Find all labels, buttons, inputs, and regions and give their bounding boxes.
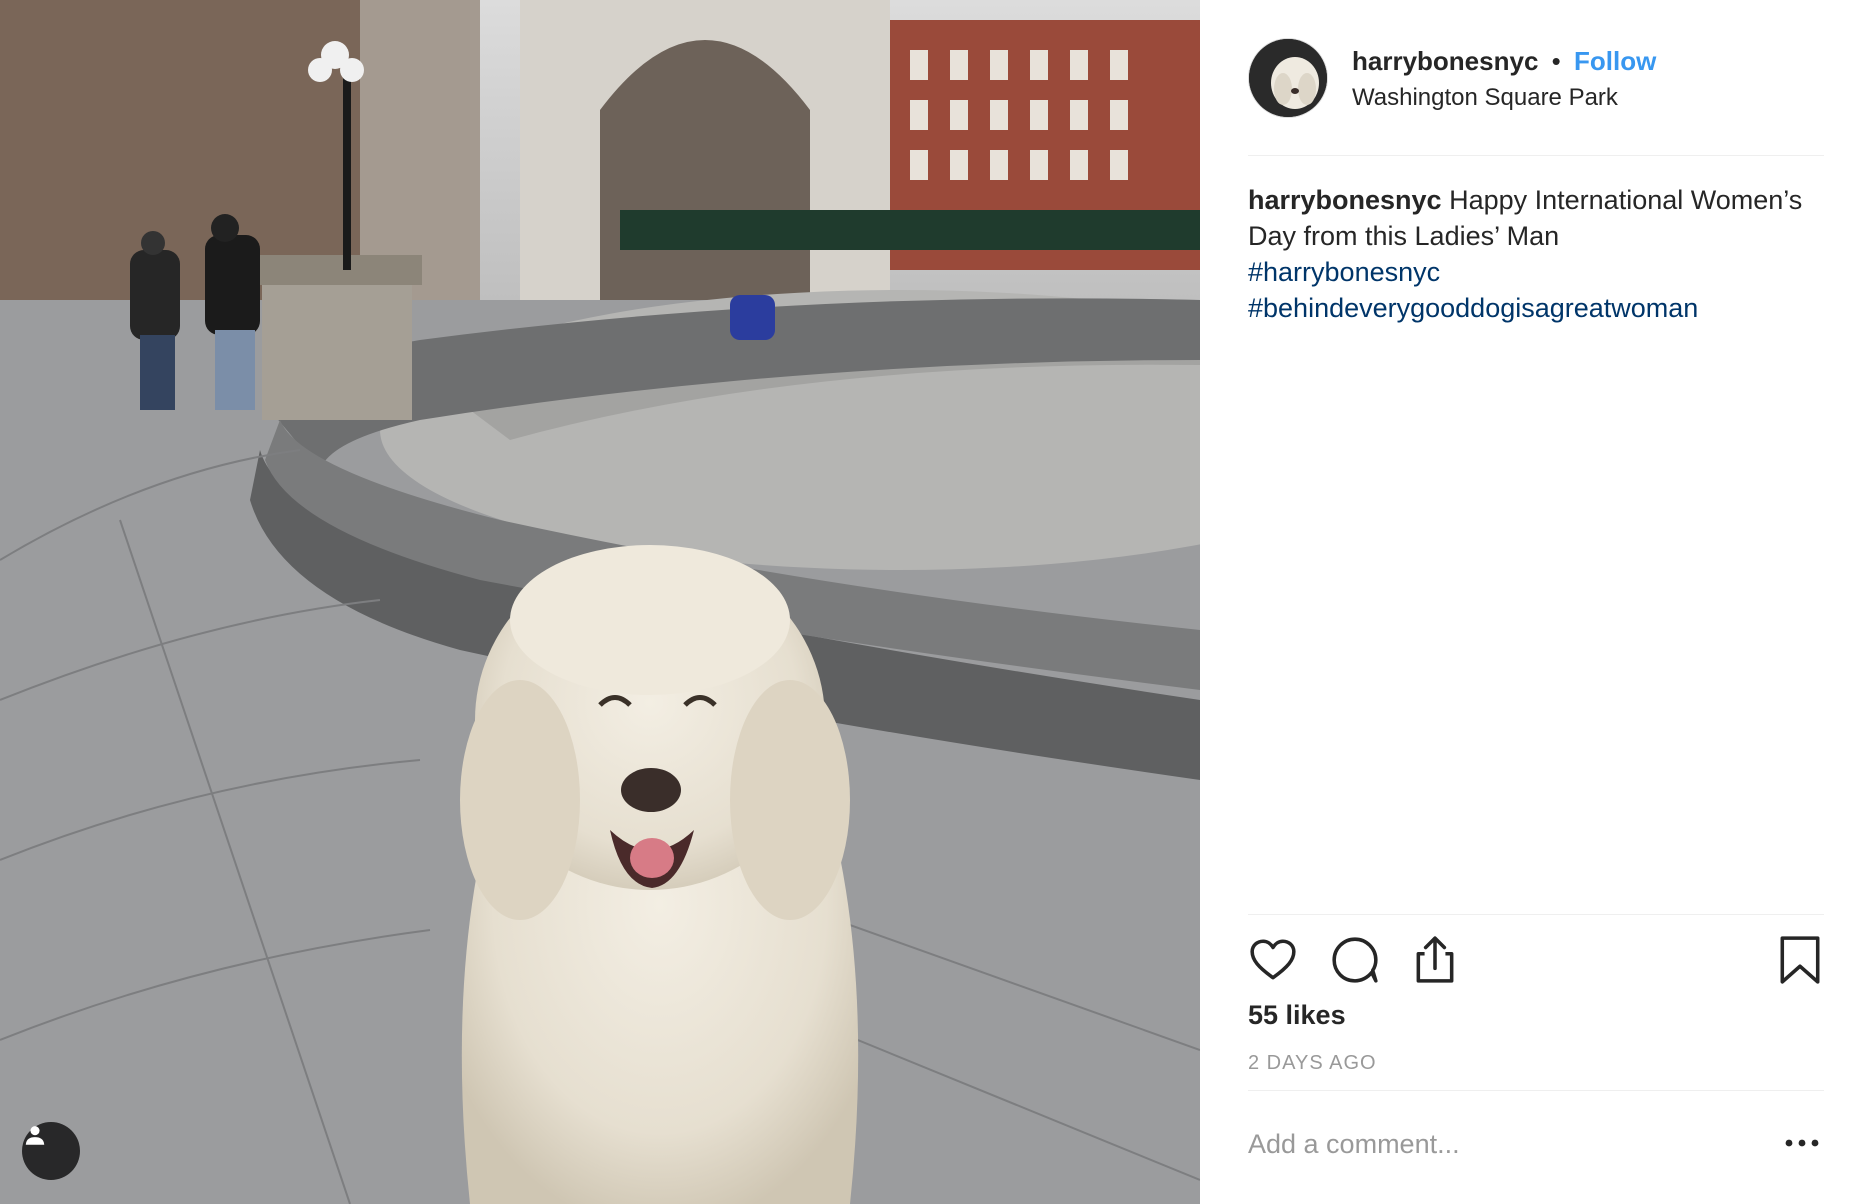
hashtag-link[interactable]: #harrybonesnyc [1248, 254, 1824, 290]
username-link[interactable]: harrybonesnyc [1352, 46, 1538, 76]
follow-button[interactable]: Follow [1574, 46, 1656, 76]
post-caption: harrybonesnyc Happy International Women’… [1248, 182, 1824, 326]
comment-form [1248, 1090, 1824, 1204]
comment-input[interactable] [1248, 1119, 1728, 1169]
more-options-button[interactable] [1780, 1121, 1824, 1165]
action-bar [1248, 914, 1824, 1014]
likes-count[interactable]: 55 likes [1248, 1000, 1824, 1031]
user-tags-button[interactable] [22, 1122, 80, 1180]
location-link[interactable]: Washington Square Park [1352, 84, 1618, 112]
photo-dog-in-park [0, 0, 1200, 1204]
avatar-dog-photo [1249, 39, 1327, 117]
hashtag-link[interactable]: #behindeverygooddogisagreatwoman [1248, 290, 1824, 326]
post-details-panel: harrybonesnyc • Follow Washington Square… [1200, 0, 1872, 1204]
comment-button[interactable] [1330, 935, 1386, 991]
caption-username[interactable]: harrybonesnyc [1248, 185, 1442, 215]
comment-icon [1332, 937, 1378, 983]
share-icon [1416, 936, 1454, 983]
heart-icon [1250, 939, 1296, 980]
post-photo[interactable] [0, 0, 1200, 1204]
bookmark-icon [1780, 936, 1820, 984]
like-button[interactable] [1248, 935, 1304, 991]
user-icon [25, 1126, 45, 1145]
avatar[interactable] [1248, 38, 1328, 118]
post-timestamp[interactable]: 2 DAYS AGO [1248, 1052, 1824, 1075]
save-button[interactable] [1776, 935, 1832, 991]
more-options-icon [1785, 1139, 1819, 1147]
user-line: harrybonesnyc • Follow [1352, 46, 1656, 77]
separator-dot: • [1551, 46, 1561, 76]
share-button[interactable] [1410, 935, 1466, 991]
post-header: harrybonesnyc • Follow Washington Square… [1248, 36, 1824, 156]
